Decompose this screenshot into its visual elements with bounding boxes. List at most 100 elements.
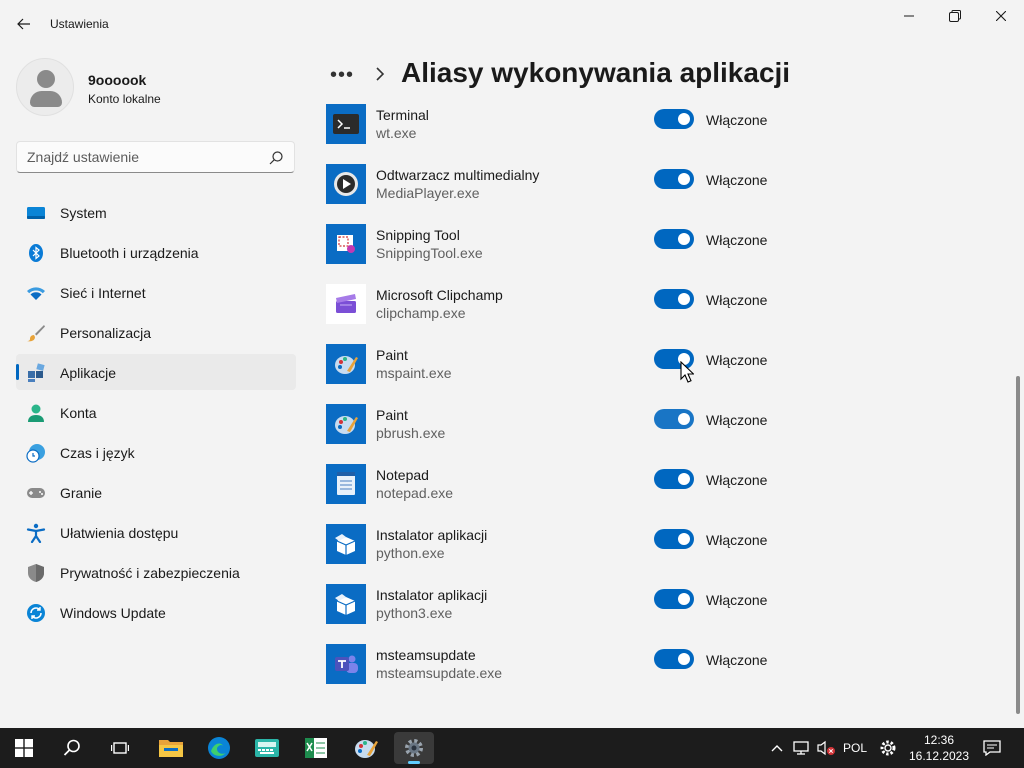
account-type: Konto lokalne: [88, 92, 161, 106]
breadcrumb-more-button[interactable]: •••: [330, 64, 354, 87]
alias-toggle[interactable]: [654, 649, 694, 669]
sidebar-item-label: Prywatność i zabezpieczenia: [60, 565, 240, 581]
alias-toggle[interactable]: [654, 109, 694, 129]
alias-toggle[interactable]: [654, 169, 694, 189]
sidebar-item-label: Aplikacje: [60, 365, 117, 381]
alias-toggle[interactable]: [654, 469, 694, 489]
page-title: Aliasy wykonywania aplikacji: [401, 57, 791, 88]
alias-app-name: Microsoft Clipchamp: [376, 287, 503, 303]
settings-search[interactable]: [16, 141, 295, 173]
alias-exe-name: pbrush.exe: [376, 425, 446, 441]
minimize-button[interactable]: [886, 0, 932, 32]
sidebar-item-label: System: [60, 205, 107, 221]
sidebar-item-apps[interactable]: Aplikacje: [16, 354, 296, 390]
taskbar-clock[interactable]: 12:36 16.12.2023: [905, 732, 973, 764]
restore-button[interactable]: [932, 0, 978, 32]
app-installer-icon: [326, 584, 366, 624]
alias-exe-name: wt.exe: [376, 125, 417, 141]
sidebar-item-gaming[interactable]: Granie: [16, 474, 296, 510]
alias-exe-name: python3.exe: [376, 605, 453, 621]
sidebar-item-network[interactable]: Sieć i Internet: [16, 274, 296, 310]
time-language-icon: [26, 444, 45, 463]
search-icon: [63, 739, 80, 756]
wifi-icon: [27, 287, 45, 300]
settings-taskbar-button[interactable]: [394, 732, 434, 764]
sidebar-item-time-language[interactable]: Czas i język: [16, 434, 296, 470]
sidebar-item-label: Ułatwienia dostępu: [60, 525, 179, 541]
alias-toggle[interactable]: [654, 229, 694, 249]
toggle-state-label: Włączone: [706, 532, 768, 548]
alias-toggle[interactable]: [654, 529, 694, 549]
back-button[interactable]: [12, 12, 36, 36]
toggle-state-label: Włączone: [706, 412, 768, 428]
search-icon[interactable]: [268, 150, 284, 166]
toggle-state-label: Włączone: [706, 472, 768, 488]
sidebar-item-personalization[interactable]: Personalizacja: [16, 314, 296, 350]
sidebar-item-label: Personalizacja: [60, 325, 152, 341]
alias-row-snipping-tool: Snipping Tool SnippingTool.exe Włączone: [326, 210, 1016, 270]
taskbar-search-button[interactable]: [52, 732, 92, 764]
minimize-icon: [904, 15, 914, 17]
alias-app-name: Paint: [376, 407, 408, 423]
quick-settings-button[interactable]: [876, 728, 900, 768]
alias-exe-name: SnippingTool.exe: [376, 245, 483, 261]
keyboard-app-button[interactable]: [247, 732, 287, 764]
sidebar-item-bluetooth[interactable]: Bluetooth i urządzenia: [16, 234, 296, 270]
sidebar-item-system[interactable]: System: [16, 194, 296, 230]
alias-row-notepad: Notepad notepad.exe Włączone: [326, 450, 1016, 510]
network-tray-button[interactable]: [790, 728, 812, 768]
spreadsheet-app-button[interactable]: [296, 732, 336, 764]
content-scrollbar[interactable]: [1016, 376, 1020, 714]
toggle-state-label: Włączone: [706, 172, 768, 188]
volume-muted-icon: [817, 740, 835, 756]
volume-tray-button[interactable]: [814, 728, 838, 768]
file-explorer-button[interactable]: [151, 732, 191, 764]
input-language-indicator[interactable]: POL: [838, 728, 872, 768]
toggle-state-label: Włączone: [706, 112, 768, 128]
alias-row-installer-python3: Instalator aplikacji python3.exe Włączon…: [326, 570, 1016, 630]
alias-app-name: Instalator aplikacji: [376, 527, 488, 543]
alias-app-name: Instalator aplikacji: [376, 587, 488, 603]
sidebar-item-accessibility[interactable]: Ułatwienia dostępu: [16, 514, 296, 550]
task-view-button[interactable]: [100, 732, 140, 764]
title-bar: Ustawienia: [0, 0, 1024, 48]
alias-app-name: Paint: [376, 347, 408, 363]
alias-exe-name: MediaPlayer.exe: [376, 185, 480, 201]
clock-date: 16.12.2023: [908, 749, 970, 763]
paint-taskbar-button[interactable]: [346, 732, 386, 764]
sidebar-item-label: Czas i język: [60, 445, 135, 461]
app-installer-icon: [326, 524, 366, 564]
network-icon: [793, 741, 809, 755]
toggle-state-label: Włączone: [706, 292, 768, 308]
user-profile[interactable]: 9oooook Konto lokalne: [16, 58, 296, 118]
windows-start-icon: [15, 739, 33, 757]
paint-icon: [326, 404, 366, 444]
alias-row-paint-pbrush: Paint pbrush.exe Włączone: [326, 390, 1016, 450]
show-hidden-icons-button[interactable]: [766, 728, 788, 768]
sidebar-nav: System Bluetooth i urządzenia Sieć i Int…: [16, 194, 296, 634]
restore-icon: [949, 10, 961, 22]
close-button[interactable]: [978, 0, 1024, 32]
alias-toggle[interactable]: [654, 289, 694, 309]
alias-app-name: Snipping Tool: [376, 227, 460, 243]
alias-exe-name: mspaint.exe: [376, 365, 452, 381]
edge-icon: [208, 737, 230, 759]
start-button[interactable]: [4, 732, 44, 764]
sidebar-item-accounts[interactable]: Konta: [16, 394, 296, 430]
alias-row-clipchamp: Microsoft Clipchamp clipchamp.exe Włączo…: [326, 270, 1016, 330]
sidebar-item-privacy[interactable]: Prywatność i zabezpieczenia: [16, 554, 296, 590]
accessibility-icon: [26, 523, 46, 543]
sidebar-item-label: Konta: [60, 405, 97, 421]
search-input[interactable]: [27, 149, 257, 165]
alias-toggle[interactable]: [654, 409, 694, 429]
notifications-button[interactable]: [980, 728, 1004, 768]
clipchamp-icon: [326, 284, 366, 324]
alias-toggle[interactable]: [654, 589, 694, 609]
sidebar-item-label: Sieć i Internet: [60, 285, 146, 301]
shield-icon: [28, 564, 44, 582]
alias-app-name: msteamsupdate: [376, 647, 476, 663]
user-name: 9oooook: [88, 72, 147, 88]
edge-button[interactable]: [199, 732, 239, 764]
terminal-icon: [326, 104, 366, 144]
sidebar-item-windows-update[interactable]: Windows Update: [16, 594, 296, 630]
